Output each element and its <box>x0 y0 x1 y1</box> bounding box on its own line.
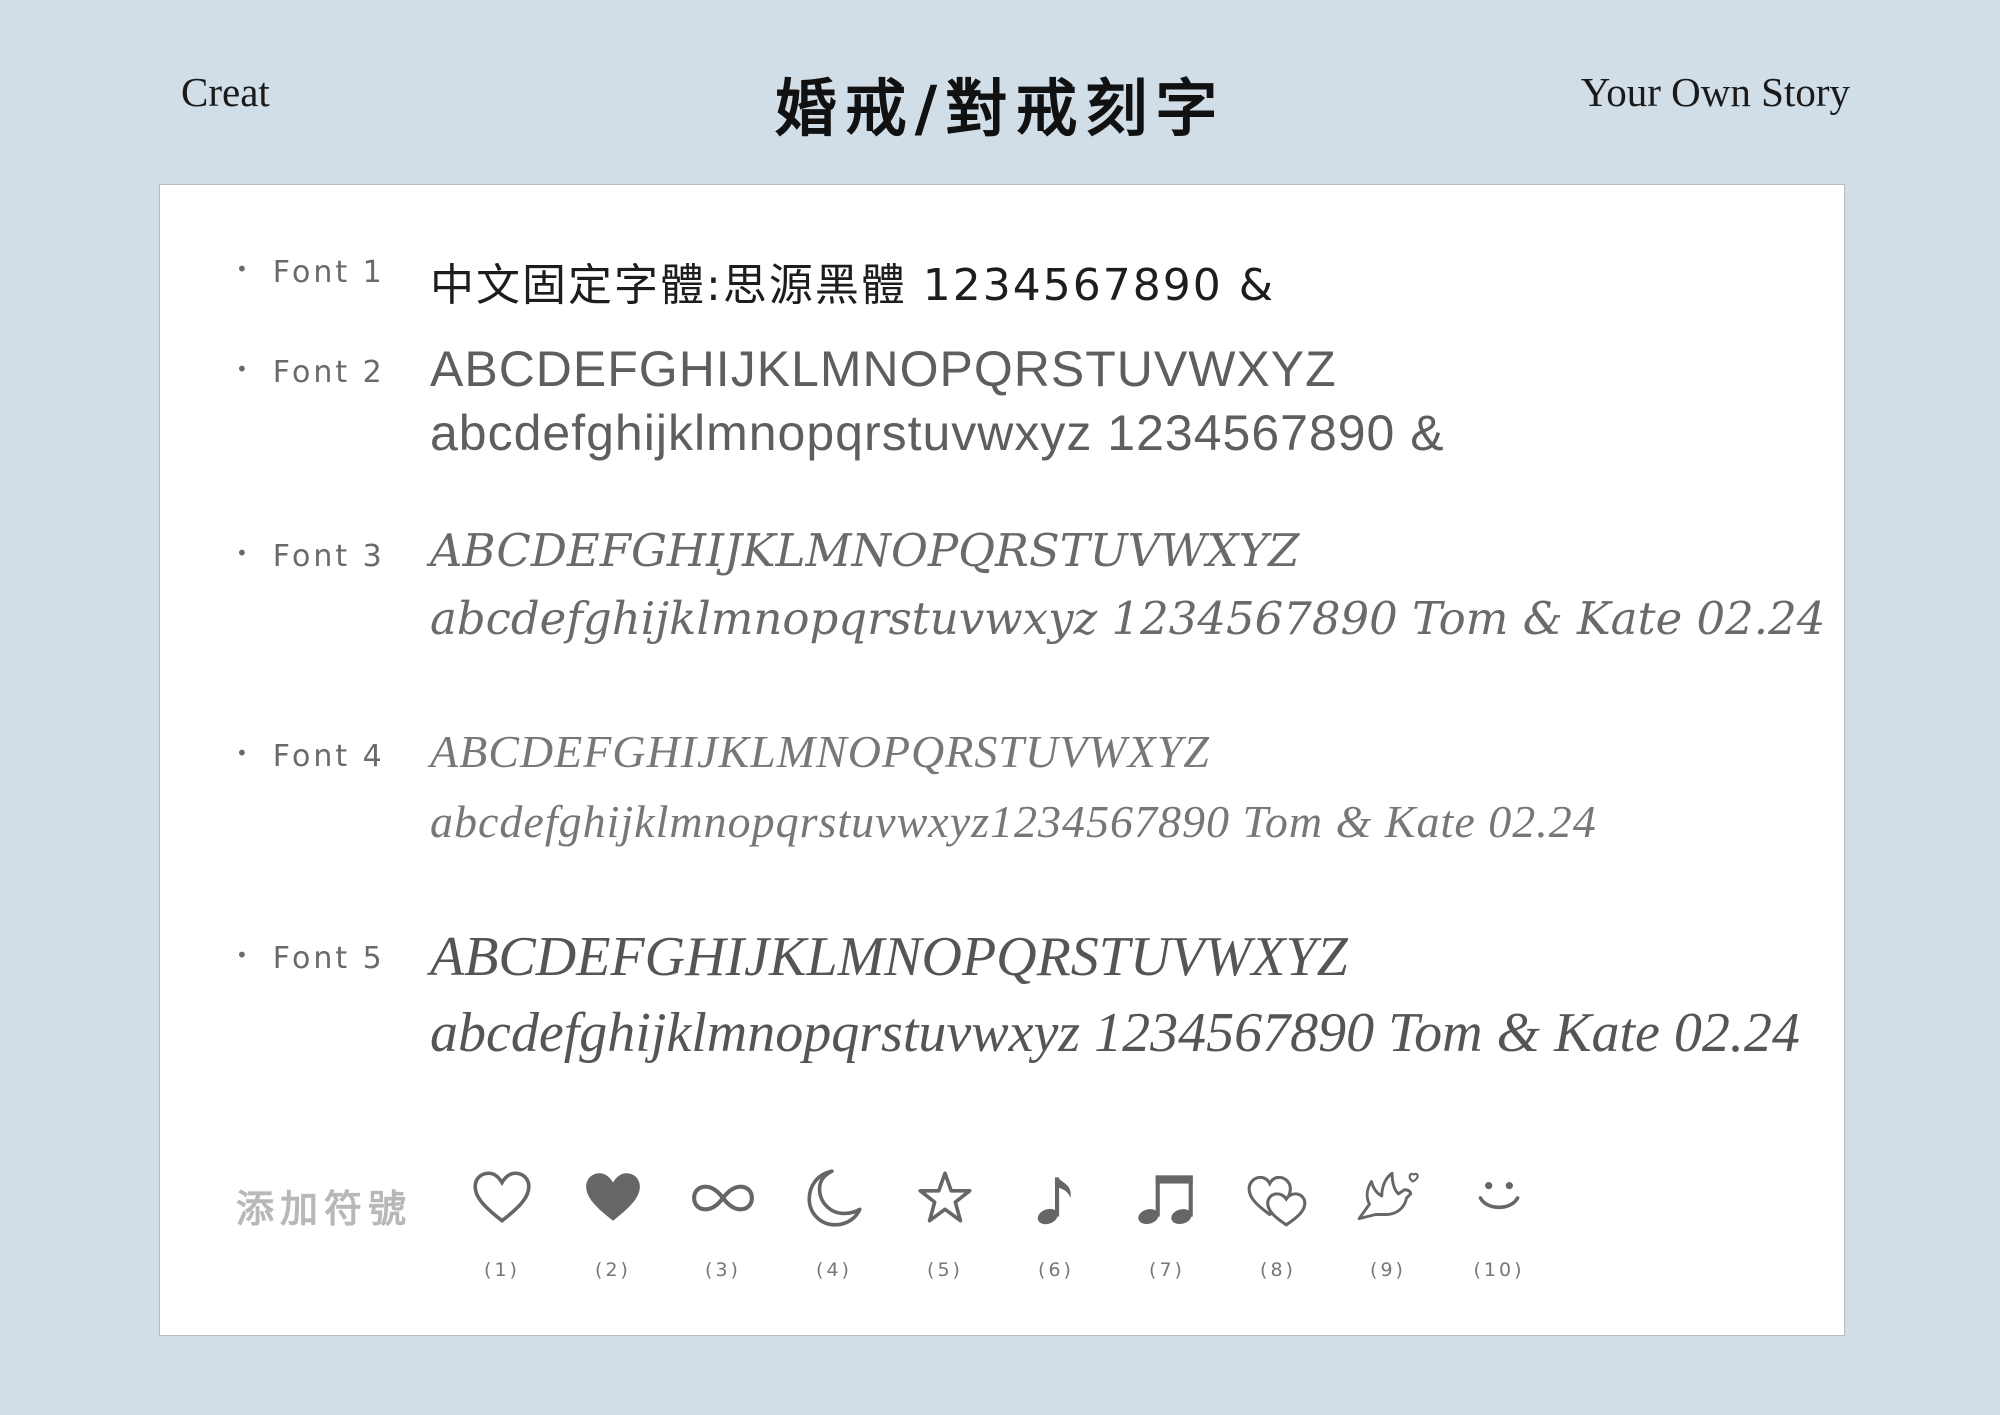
symbol-option-6[interactable]: (6) <box>1006 1165 1106 1281</box>
font-label: Font 4 <box>272 739 385 774</box>
font-sample-line: ABCDEFGHIJKLMNOPQRSTUVWXYZ <box>430 524 1300 577</box>
symbol-option-10[interactable]: (10) <box>1449 1165 1549 1281</box>
symbol-option-7[interactable]: (7) <box>1117 1165 1217 1281</box>
star-icon <box>918 1171 972 1223</box>
font-sample-line: 中文固定字體:思源黑體 1234567890 & <box>430 260 1276 311</box>
smiley-icon <box>1478 1182 1520 1210</box>
font-sample-line: ABCDEFGHIJKLMNOPQRSTUVWXYZ <box>430 341 1337 397</box>
font-sample-line: abcdefghijklmnopqrstuvwxyz 1234567890 & <box>430 405 1445 461</box>
heart-outline-icon <box>473 1171 531 1223</box>
font-sample-card: • Font 1 中文固定字體:思源黑體 1234567890 & • Font 2… <box>159 184 1845 1336</box>
font-label: Font 2 <box>272 355 385 390</box>
eighth-note-icon <box>1037 1177 1071 1225</box>
beamed-notes-icon <box>1138 1175 1193 1225</box>
infinity-icon <box>692 1184 754 1212</box>
symbol-option-8[interactable]: (8) <box>1228 1165 1328 1281</box>
font-sample-line: ABCDEFGHIJKLMNOPQRSTUVWXYZ <box>430 726 1210 777</box>
symbol-number: (1) <box>484 1259 520 1281</box>
header-right-text: Your Own Story <box>1580 69 1850 115</box>
symbol-option-3[interactable]: (3) <box>673 1165 773 1281</box>
symbol-number: (7) <box>1149 1259 1185 1281</box>
symbol-number: (6) <box>1038 1259 1074 1281</box>
symbol-number: (9) <box>1370 1259 1406 1281</box>
font-sample-line: abcdefghijklmnopqrstuvwxyz1234567890 Tom… <box>430 796 1597 847</box>
dove-icon <box>1357 1171 1419 1221</box>
symbol-number: (5) <box>927 1259 963 1281</box>
symbol-option-4[interactable]: (4) <box>784 1165 884 1281</box>
double-heart-icon <box>1247 1175 1307 1227</box>
font-label: Font 1 <box>272 255 385 290</box>
font-label: Font 3 <box>272 539 385 574</box>
symbol-option-1[interactable]: (1) <box>452 1165 552 1281</box>
symbol-number: (2) <box>595 1259 631 1281</box>
font-sample-line: ABCDEFGHIJKLMNOPQRSTUVWXYZ <box>430 926 1348 988</box>
symbol-number: (3) <box>705 1259 741 1281</box>
symbol-option-2[interactable]: (2) <box>563 1165 663 1281</box>
symbol-number: (4) <box>816 1259 852 1281</box>
symbol-number: (8) <box>1260 1259 1296 1281</box>
symbol-number: (10) <box>1473 1259 1525 1281</box>
heart-filled-icon <box>586 1173 640 1221</box>
symbols-label: 添加符號 <box>236 1187 413 1231</box>
symbol-option-9[interactable]: (9) <box>1338 1165 1438 1281</box>
symbol-option-5[interactable]: (5) <box>895 1165 995 1281</box>
font-sample-line: abcdefghijklmnopqrstuvwxyz 1234567890 To… <box>430 1002 1800 1064</box>
font-label: Font 5 <box>272 941 385 976</box>
crescent-moon-icon <box>807 1169 862 1227</box>
font-sample-line: abcdefghijklmnopqrstuvwxyz 1234567890 To… <box>430 592 1826 645</box>
